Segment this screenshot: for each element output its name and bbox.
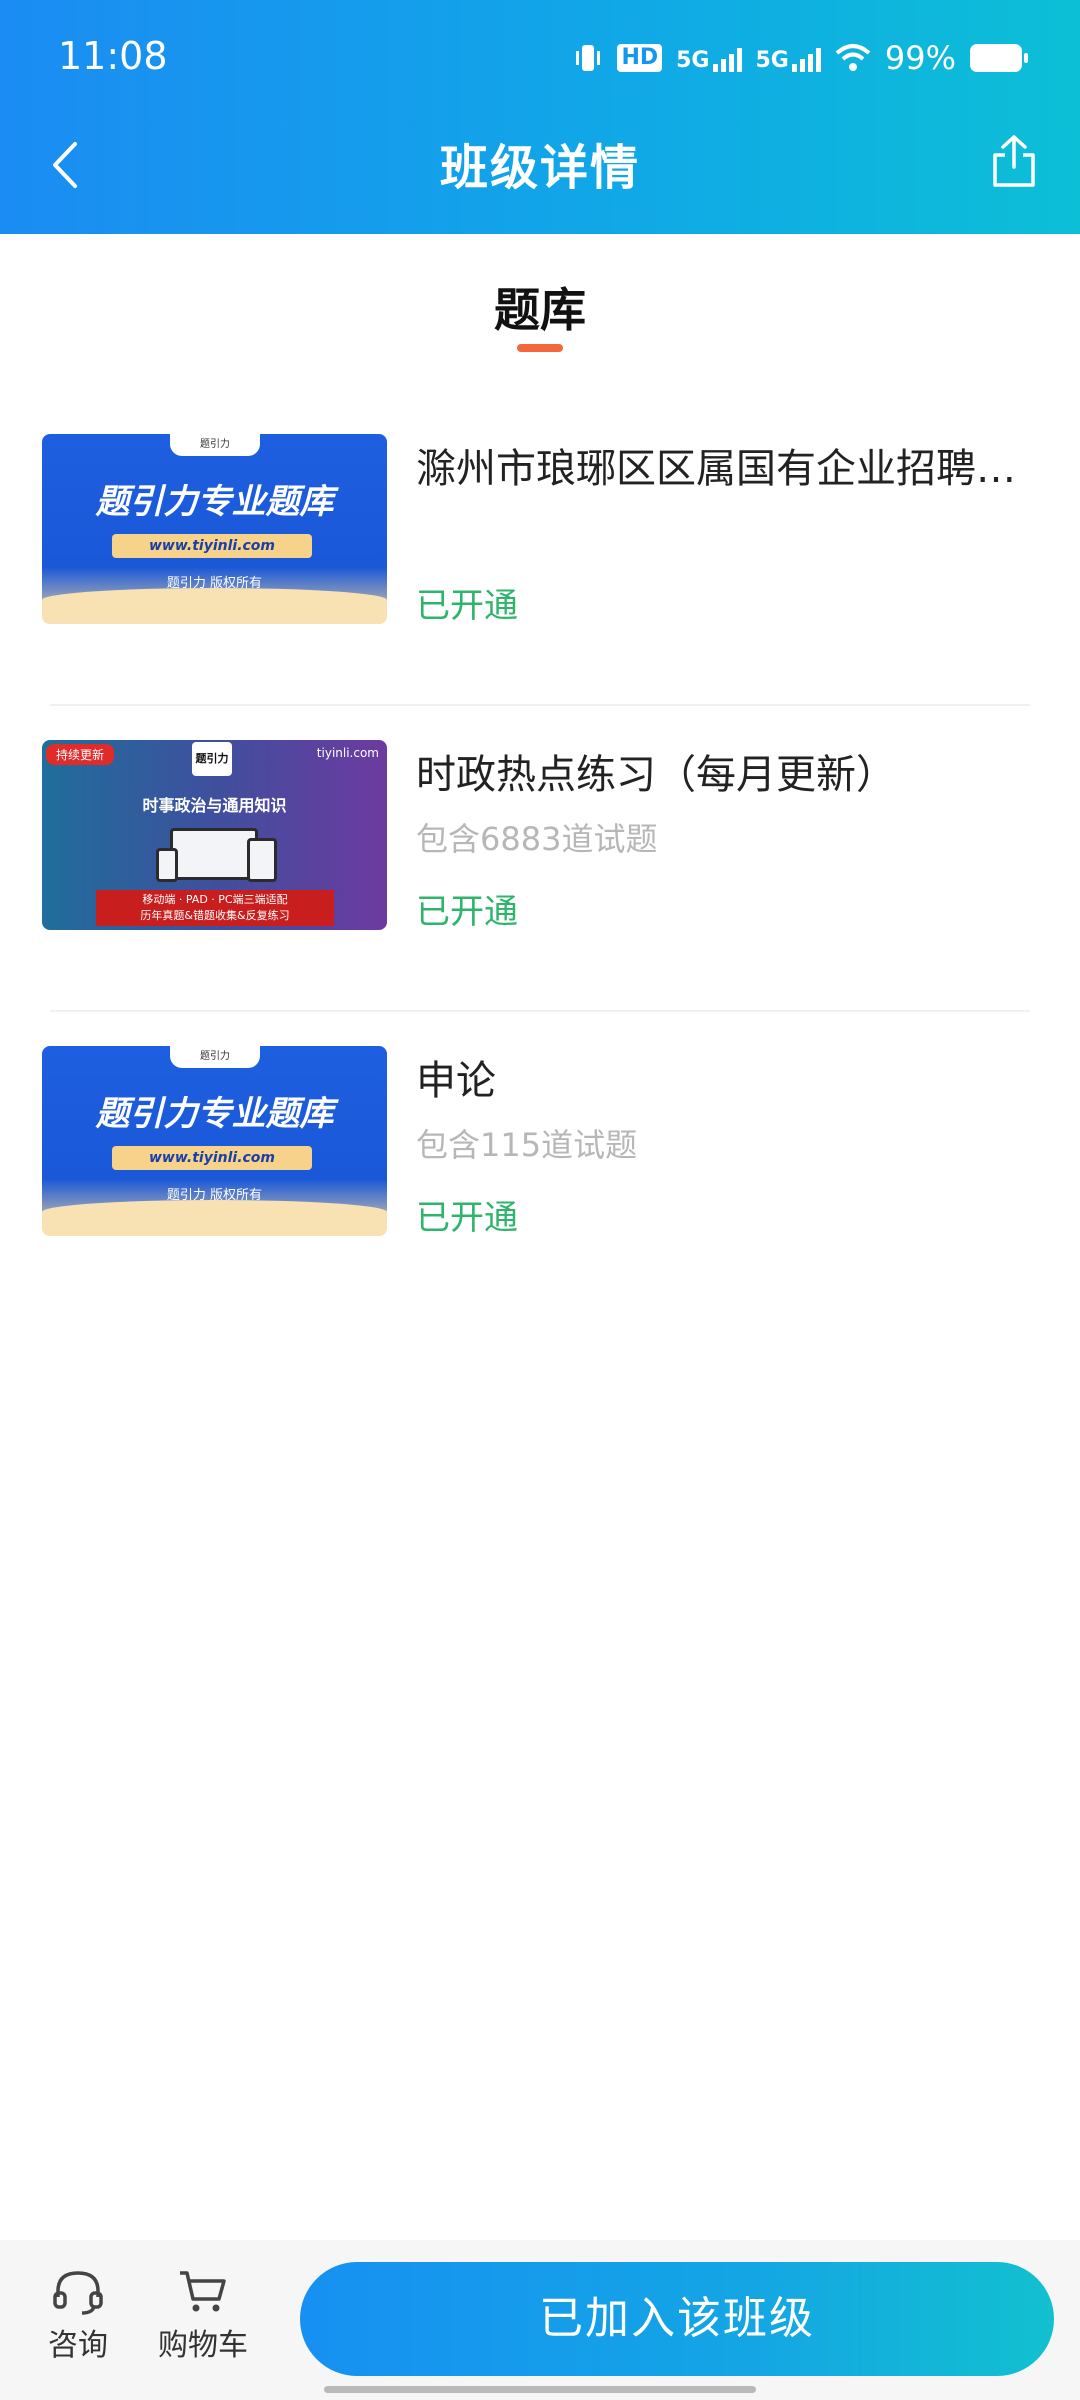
consult-button[interactable]: 咨询 [18, 2266, 138, 2364]
thumb-logo: 题引力 [192, 742, 232, 776]
thumb-badge: 持续更新 [46, 744, 115, 765]
thumb-tab: 题引力 [170, 434, 260, 456]
thumb-headline: 题引力专业题库 [95, 482, 334, 522]
cart-icon [143, 2266, 263, 2316]
battery-percent: 99% [884, 39, 956, 77]
thumb-wave [42, 588, 387, 624]
status-bar: 11:08 HD 5G 5G 99% [0, 0, 1080, 110]
thumb-laptop [170, 828, 258, 880]
question-bank-list: 题引力 题引力专业题库 www.tiyinli.com 题引力 版权所有 滁州市… [0, 400, 1080, 1318]
item-status: 已开通 [416, 1198, 518, 1238]
share-icon [993, 135, 1035, 187]
thumb-site: tiyinli.com [316, 746, 379, 760]
tab-active-indicator [517, 344, 563, 352]
wifi-icon [835, 43, 871, 73]
thumb-tablet [156, 848, 178, 882]
list-item[interactable]: 题引力 题引力专业题库 www.tiyinli.com 题引力 版权所有 申论 … [0, 1012, 1080, 1318]
vibrate-icon [573, 42, 603, 74]
item-status: 已开通 [416, 892, 518, 932]
signal-icon [712, 44, 742, 72]
cart-label: 购物车 [158, 2328, 248, 2363]
network-1-label: 5G [676, 48, 710, 73]
headset-icon [18, 2266, 138, 2316]
thumb-copyright: 题引力 版权所有 [166, 1188, 263, 1203]
thumb-headline: 题引力专业题库 [95, 1094, 334, 1134]
item-status: 已开通 [416, 586, 518, 626]
page-title: 班级详情 [439, 140, 640, 196]
consult-label: 咨询 [48, 2328, 108, 2363]
thumb-tab: 题引力 [170, 1046, 260, 1068]
thumb-copyright: 题引力 版权所有 [166, 576, 263, 591]
list-item[interactable]: 持续更新 题引力 tiyinli.com 时事政治与通用知识 移动端 · PAD… [0, 706, 1080, 1012]
thumb-wave [42, 1200, 387, 1236]
joined-class-button[interactable]: 已加入该班级 [300, 2262, 1054, 2376]
course-thumbnail: 持续更新 题引力 tiyinli.com 时事政治与通用知识 移动端 · PAD… [42, 740, 387, 930]
item-count: 包含115道试题 [416, 1126, 638, 1164]
network-1-group: 5G [676, 44, 742, 73]
bottom-bar: 咨询 购物车 已加入该班级 [0, 2240, 1080, 2400]
status-time: 11:08 [58, 34, 168, 78]
course-thumbnail: 题引力 题引力专业题库 www.tiyinli.com 题引力 版权所有 [42, 434, 387, 624]
status-icons: HD 5G 5G 99% [573, 34, 1028, 82]
thumb-subject: 时事政治与通用知识 [142, 796, 287, 815]
thumb-line-2: 历年真题&错题收集&反复练习 [140, 909, 290, 922]
item-count: 包含6883道试题 [416, 820, 658, 858]
thumb-url: www.tiyinli.com [112, 1146, 312, 1170]
tab-question-bank[interactable]: 题库 [0, 234, 1080, 364]
share-button[interactable] [984, 126, 1044, 196]
thumb-feature-box: 移动端 · PAD · PC端三端适配 历年真题&错题收集&反复练习 [96, 890, 334, 926]
network-2-label: 5G [755, 48, 789, 73]
cart-button[interactable]: 购物车 [143, 2266, 263, 2364]
hd-indicator: HD [617, 44, 663, 72]
item-title: 时政热点练习（每月更新） [416, 752, 896, 798]
tab-label: 题库 [494, 283, 586, 337]
thumb-url: www.tiyinli.com [112, 534, 312, 558]
home-indicator[interactable] [324, 2386, 756, 2393]
app-header: 11:08 HD 5G 5G 99% 班级详情 [0, 0, 1080, 234]
battery-icon [970, 44, 1028, 72]
course-thumbnail: 题引力 题引力专业题库 www.tiyinli.com 题引力 版权所有 [42, 1046, 387, 1236]
item-title: 滁州市琅琊区区属国有企业招聘2023… [416, 446, 1016, 492]
list-item[interactable]: 题引力 题引力专业题库 www.tiyinli.com 题引力 版权所有 滁州市… [0, 400, 1080, 706]
item-title: 申论 [416, 1058, 496, 1104]
signal-icon-2 [791, 44, 821, 72]
thumb-phone [247, 838, 277, 882]
thumb-line-1: 移动端 · PAD · PC端三端适配 [142, 893, 288, 906]
network-2-group: 5G [756, 44, 821, 72]
